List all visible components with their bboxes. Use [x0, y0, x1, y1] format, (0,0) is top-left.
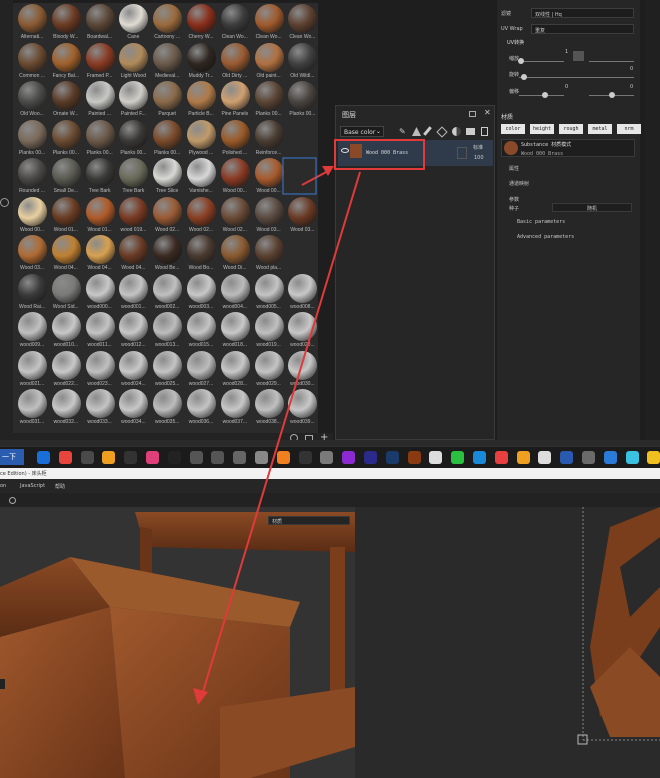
- screenshot-root: { "materials":[ {"label":"Alternati...",…: [0, 0, 660, 778]
- arrow-to-model: [201, 171, 361, 696]
- annotation-arrows: [193, 157, 361, 705]
- selected-material-outline: [282, 157, 317, 195]
